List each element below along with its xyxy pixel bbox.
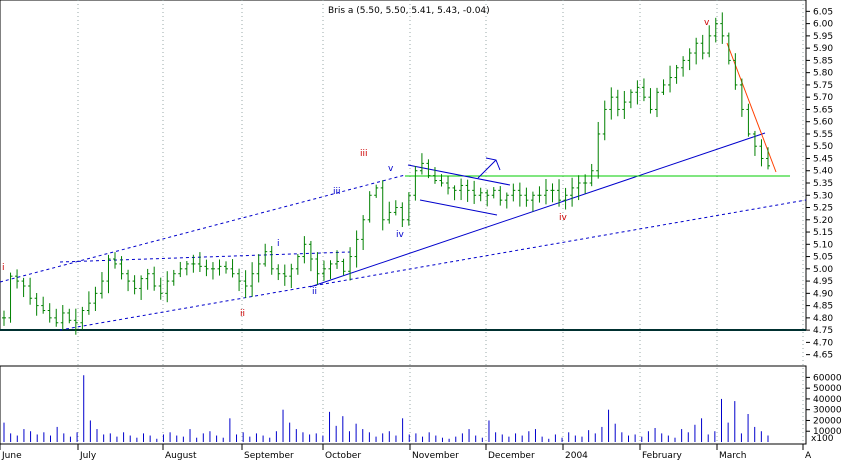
price-tick-label: 5.85 (813, 56, 833, 66)
price-tick-label: 6.00 (813, 20, 833, 30)
price-tick-label: 5.95 (813, 32, 833, 42)
price-tick-label: 5.05 (813, 253, 833, 263)
price-tick-label: 5.15 (813, 228, 833, 238)
volume-axis: 600005000040000300002000010000x100 (806, 373, 842, 444)
volume-tick-label: 30000 (813, 406, 842, 416)
price-tick-label: 5.35 (813, 179, 833, 189)
month-label: February (642, 451, 683, 460)
price-tick-label: 5.75 (813, 81, 833, 91)
volume-tick-label: 50000 (813, 384, 842, 394)
price-tick-label: 5.55 (813, 130, 833, 140)
wave-label: iii (360, 149, 368, 159)
price-tick-label: 5.60 (813, 118, 833, 128)
month-label: September (244, 451, 294, 460)
volume-tick-label: 60000 (813, 373, 842, 383)
month-label: 2004 (565, 451, 588, 460)
volume-unit-label: x100 (811, 434, 834, 444)
price-tick-label: 5.90 (813, 44, 833, 54)
price-tick-label: 5.80 (813, 69, 833, 79)
wave-label: iv (396, 230, 405, 240)
month-label: November (412, 451, 459, 460)
wave-label: v (704, 18, 710, 28)
month-label: A (805, 451, 812, 460)
wave-label: i (2, 263, 5, 273)
wave-label: v (388, 164, 394, 174)
price-tick-label: 4.75 (813, 326, 833, 336)
time-axis: June July August September October November De… (0, 444, 812, 460)
wave-label: ii (240, 309, 245, 319)
price-tick-label: 4.80 (813, 314, 833, 324)
price-tick-label: 5.25 (813, 204, 833, 214)
price-tick-label: 5.40 (813, 167, 833, 177)
volume-tick-label: 40000 (813, 395, 842, 405)
price-tick-label: 5.50 (813, 142, 833, 152)
price-tick-label: 4.85 (813, 302, 833, 312)
price-tick-label: 4.70 (813, 338, 833, 348)
price-tick-label: 6.05 (813, 7, 833, 17)
price-tick-label: 4.90 (813, 289, 833, 299)
month-label: June (1, 451, 22, 460)
price-axis: 6.05 6.00 5.95 5.90 5.85 5.80 5.75 5.70 5.65 5.60… (806, 7, 833, 361)
wave-label: iii (333, 187, 341, 197)
month-label: March (719, 451, 746, 460)
volume-tick-label: 20000 (813, 416, 842, 426)
month-label: August (165, 451, 197, 460)
price-tick-label: 5.30 (813, 191, 833, 201)
price-chart: i ii i ii iii iii iv v iv v Bris a (5.50… (0, 0, 842, 460)
price-tick-label: 4.95 (813, 277, 833, 287)
price-tick-label: 4.65 (813, 351, 833, 361)
price-tick-label: 5.65 (813, 105, 833, 115)
price-tick-label: 5.00 (813, 265, 833, 275)
price-tick-label: 5.20 (813, 216, 833, 226)
month-label: July (79, 451, 97, 460)
month-label: October (325, 451, 361, 460)
price-tick-label: 5.70 (813, 93, 833, 103)
chart-title: Bris a (5.50, 5.50, 5.41, 5.43, -0.04) (328, 6, 490, 16)
wave-label: ii (312, 287, 317, 297)
wave-label: i (277, 239, 280, 249)
price-tick-label: 5.10 (813, 240, 833, 250)
price-tick-label: 5.45 (813, 154, 833, 164)
wave-label: iv (559, 213, 568, 223)
price-panel (0, 0, 807, 331)
month-label: December (488, 451, 535, 460)
